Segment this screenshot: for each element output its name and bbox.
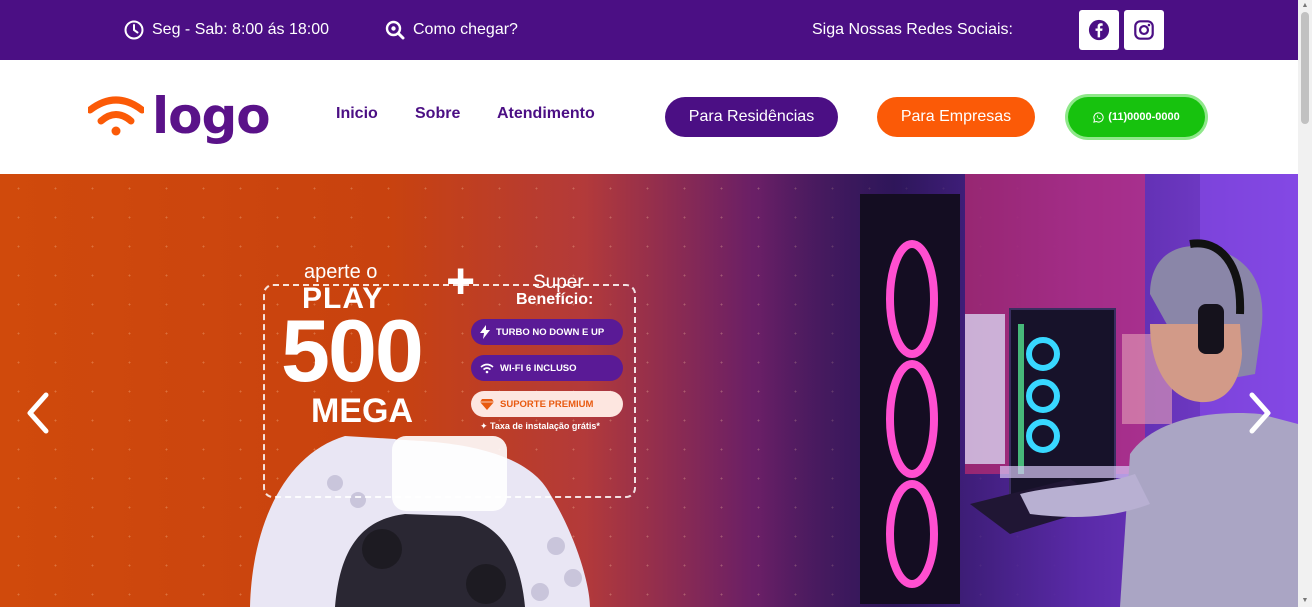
- promo-beneficio: Benefício:: [516, 291, 594, 308]
- feature-suporte-text: SUPORTE PREMIUM: [500, 398, 594, 410]
- whatsapp-icon: [1093, 111, 1104, 123]
- promo-plus: +: [446, 253, 476, 309]
- logo-text: logo: [152, 87, 271, 145]
- hours-info: Seg - Sab: 8:00 ás 18:00: [124, 0, 329, 60]
- scroll-thumb[interactable]: [1301, 12, 1309, 124]
- hours-text: Seg - Sab: 8:00 ás 18:00: [152, 21, 330, 38]
- scroll-up-arrow[interactable]: ▲: [1301, 2, 1309, 10]
- promo-speed: 500: [281, 301, 424, 400]
- lightning-icon: [480, 325, 490, 339]
- whatsapp-button[interactable]: (11)0000-0000: [1068, 97, 1205, 137]
- social-label: Siga Nossas Redes Sociais:: [812, 21, 1013, 38]
- chevron-right-icon: [1249, 392, 1271, 434]
- logo[interactable]: logo: [88, 86, 271, 146]
- feature-wifi-text: WI-FI 6 INCLUSO: [500, 362, 577, 374]
- feature-wifi: WI-FI 6 INCLUSO: [471, 355, 623, 381]
- diamond-icon: [480, 399, 494, 410]
- nav-atendimento[interactable]: Atendimento: [497, 105, 595, 127]
- nav-inicio[interactable]: Inicio: [336, 105, 378, 127]
- instagram-button[interactable]: [1124, 10, 1164, 50]
- facebook-button[interactable]: [1079, 10, 1119, 50]
- page: Seg - Sab: 8:00 ás 18:00 Como chegar? Si…: [0, 0, 1312, 607]
- feature-turbo: TURBO NO DOWN E UP: [471, 319, 623, 345]
- whatsapp-number: (11)0000-0000: [1108, 111, 1180, 123]
- page-scrollbar[interactable]: ▲ ▼: [1298, 0, 1312, 607]
- top-bar: Seg - Sab: 8:00 ás 18:00 Como chegar? Si…: [0, 0, 1298, 60]
- wifi-icon: [88, 96, 144, 136]
- clock-icon: [124, 20, 144, 40]
- nav-sobre[interactable]: Sobre: [415, 105, 460, 127]
- directions-link[interactable]: Como chegar?: [385, 0, 518, 60]
- search-location-icon: [385, 20, 405, 40]
- instagram-icon: [1134, 20, 1154, 40]
- wifi-small-icon: [480, 363, 494, 373]
- directions-text: Como chegar?: [413, 21, 518, 38]
- hero-slider: [0, 174, 1298, 607]
- promo-unit: MEGA: [311, 392, 413, 430]
- feature-suporte: SUPORTE PREMIUM: [471, 391, 623, 417]
- slider-next-button[interactable]: [1246, 388, 1276, 438]
- facebook-icon: [1088, 19, 1110, 41]
- promo-taxa: ✦ Taxa de instalação grátis*: [480, 421, 600, 431]
- chevron-left-icon: [27, 392, 49, 434]
- slider-prev-button[interactable]: [22, 388, 52, 438]
- feature-turbo-text: TURBO NO DOWN E UP: [496, 326, 605, 338]
- promo-aperte: aperte o: [304, 261, 378, 283]
- scroll-down-arrow[interactable]: ▼: [1301, 597, 1309, 605]
- empresas-button[interactable]: Para Empresas: [877, 97, 1035, 137]
- residencias-button[interactable]: Para Residências: [665, 97, 838, 137]
- gamer-illustration: [250, 174, 1298, 607]
